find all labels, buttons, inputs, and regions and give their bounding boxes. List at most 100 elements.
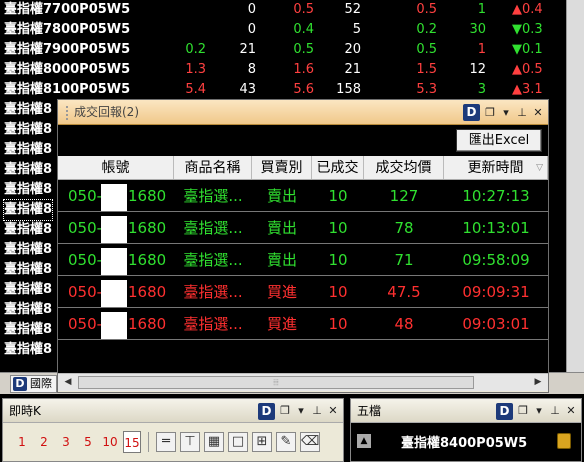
update-time-cell: 10:27:13	[462, 187, 530, 205]
col-avg-price-header-label: 成交均價	[375, 160, 432, 176]
window-copy-icon[interactable]: ❐	[484, 100, 496, 125]
trade-report-body: 匯出Excel 帳號 商品名稱 買賣別 已成交 成交均價 更新時間 ▽ 050- 1680 臺指…	[58, 125, 548, 373]
trade-row[interactable]: 050- 1680 臺指選... 買進 10 48 09:03:01	[58, 308, 548, 340]
kline-panel-titlebar: 即時K D ❐ ▾ ⊥ ✕	[3, 399, 343, 423]
quote-volume: 30	[469, 22, 486, 37]
quote-symbol: 臺指權8	[4, 242, 53, 257]
col-update-time-header[interactable]: 更新時間 ▽	[444, 156, 548, 179]
avg-price-cell: 127	[389, 187, 419, 205]
scroll-left-icon[interactable]: ◀	[60, 375, 76, 390]
horizontal-lines-icon[interactable]: ═	[156, 432, 176, 452]
product-cell: 臺指選...	[183, 315, 243, 333]
single-chart-icon[interactable]: □	[228, 432, 248, 452]
col-filled-header[interactable]: 已成交	[312, 156, 364, 179]
drag-grip-icon[interactable]	[66, 105, 70, 120]
quote-row[interactable]: 臺指權7700P05W5 0 0.5 52 0.5 1 ▲0.4	[0, 0, 566, 20]
filled-cell: 10	[328, 251, 348, 269]
eraser-icon[interactable]: ⌫	[300, 432, 320, 452]
col-avg-price-header[interactable]: 成交均價	[364, 156, 444, 179]
quote-ask: 5.6	[293, 82, 314, 97]
account-prefix: 050-	[68, 251, 103, 269]
dock-logo-icon[interactable]: D	[463, 103, 480, 121]
account-redaction	[101, 216, 127, 243]
quote-symbol: 臺指權8	[4, 262, 53, 277]
quote-symbol: 臺指權8100P05W5	[4, 82, 131, 97]
quote-row[interactable]: 臺指權8000P05W5 1.3 8 1.6 21 1.5 12 ▲0.5	[0, 60, 566, 80]
period-button-1[interactable]: 1	[13, 431, 31, 453]
trade-row[interactable]: 050- 1680 臺指選... 賣出 10 71 09:58:09	[58, 244, 548, 276]
quote-ask: 0.5	[293, 2, 314, 17]
wudang-panel-title: 五檔	[357, 404, 382, 418]
quote-row[interactable]: 臺指權8100P05W5 5.4 43 5.6 158 5.3 3 ▲3.1	[0, 80, 566, 100]
col-account-header[interactable]: 帳號	[58, 156, 174, 179]
collapse-up-icon[interactable]: ▲	[357, 434, 371, 448]
avg-price-cell: 78	[394, 219, 414, 237]
trade-report-dialog: 成交回報(2) D ❐ ▾ ⊥ ✕ 匯出Excel 帳號 商品名稱 買賣別 已成交 成交…	[57, 99, 549, 393]
pin-icon[interactable]: ⊥	[549, 399, 561, 423]
trade-report-titlebar[interactable]: 成交回報(2) D ❐ ▾ ⊥ ✕	[58, 100, 548, 125]
col-side-header[interactable]: 買賣別	[252, 156, 312, 179]
account-suffix: 1680	[128, 315, 167, 333]
account-cell: 050- 1680	[58, 244, 174, 275]
period-button-15[interactable]: 15	[123, 431, 141, 453]
account-redaction	[101, 312, 127, 339]
account-cell: 050- 1680	[58, 180, 174, 211]
pin-icon[interactable]: ⊥	[516, 100, 528, 125]
quote-volume: 1	[477, 42, 486, 57]
trade-row[interactable]: 050- 1680 臺指選... 賣出 10 127 10:27:13	[58, 180, 548, 212]
trade-row[interactable]: 050- 1680 臺指選... 買進 10 47.5 09:09:31	[58, 276, 548, 308]
tab-international[interactable]: D 國際	[10, 375, 57, 393]
scroll-right-icon[interactable]: ▶	[530, 375, 546, 390]
quad-chart-icon[interactable]: ⊞	[252, 432, 272, 452]
update-time-cell: 10:13:01	[462, 219, 530, 237]
quote-change: ▲0.5	[512, 62, 543, 77]
account-suffix: 1680	[128, 187, 167, 205]
account-cell: 050- 1680	[58, 212, 174, 243]
avg-price-cell: 47.5	[387, 283, 421, 301]
quote-row[interactable]: 臺指權7800P05W5 0 0.4 5 0.2 30 ▼0.3	[0, 20, 566, 40]
trade-row[interactable]: 050- 1680 臺指選... 賣出 10 78 10:13:01	[58, 212, 548, 244]
filled-cell: 10	[328, 187, 348, 205]
col-product-header[interactable]: 商品名稱	[174, 156, 252, 179]
quote-bid: 1.3	[185, 62, 206, 77]
period-button-10[interactable]: 10	[101, 431, 119, 453]
dock-logo-icon[interactable]: D	[496, 402, 513, 420]
filled-cell: 10	[328, 315, 348, 333]
quote-bid-size: 0	[247, 2, 256, 17]
quote-board-vertical-scrollbar[interactable]	[566, 0, 584, 372]
tab-international-label: 國際	[30, 377, 52, 390]
window-copy-icon[interactable]: ❐	[517, 399, 529, 423]
horizontal-split-icon[interactable]: ⊤	[180, 432, 200, 452]
dropdown-arrow-icon[interactable]: ▾	[500, 100, 512, 125]
quote-volume: 1	[477, 2, 486, 17]
pencil-icon[interactable]: ✎	[276, 432, 296, 452]
account-suffix: 1680	[128, 251, 167, 269]
period-button-3[interactable]: 3	[57, 431, 75, 453]
update-time-cell: 09:03:01	[462, 315, 530, 333]
pin-icon[interactable]: ⊥	[311, 399, 323, 423]
quote-ask-size: 5	[352, 22, 361, 37]
quote-volume: 12	[469, 62, 486, 77]
trade-grid-horizontal-scrollbar[interactable]: ◀ ⦙⦙⦙ ▶	[58, 373, 548, 391]
dock-logo-icon[interactable]: D	[258, 402, 275, 420]
close-icon[interactable]: ✕	[327, 399, 339, 423]
quote-symbol: 臺指權8	[4, 342, 53, 357]
period-button-5[interactable]: 5	[79, 431, 97, 453]
quote-change: ▲0.4	[512, 2, 543, 17]
dropdown-arrow-icon[interactable]: ▾	[533, 399, 545, 423]
account-suffix: 1680	[128, 219, 167, 237]
grid-dots-icon[interactable]: ▦	[204, 432, 224, 452]
close-icon[interactable]: ✕	[565, 399, 577, 423]
trade-grid-rows: 050- 1680 臺指選... 賣出 10 127 10:27:13 050- 1680 臺指選…	[58, 180, 548, 340]
period-button-2[interactable]: 2	[35, 431, 53, 453]
dropdown-arrow-icon[interactable]: ▾	[295, 399, 307, 423]
trade-report-tools: D ❐ ▾ ⊥ ✕	[463, 103, 544, 121]
window-copy-icon[interactable]: ❐	[279, 399, 291, 423]
wudang-panel-tools: D ❐ ▾ ⊥ ✕	[496, 402, 577, 420]
close-icon[interactable]: ✕	[532, 100, 544, 125]
lock-icon[interactable]	[557, 433, 571, 449]
quote-row[interactable]: 臺指權7900P05W5 0.2 21 0.5 20 0.5 1 ▼0.1	[0, 40, 566, 60]
scroll-thumb[interactable]: ⦙⦙⦙	[78, 376, 474, 389]
export-excel-button[interactable]: 匯出Excel	[456, 129, 542, 152]
quote-bid: 0.2	[185, 42, 206, 57]
